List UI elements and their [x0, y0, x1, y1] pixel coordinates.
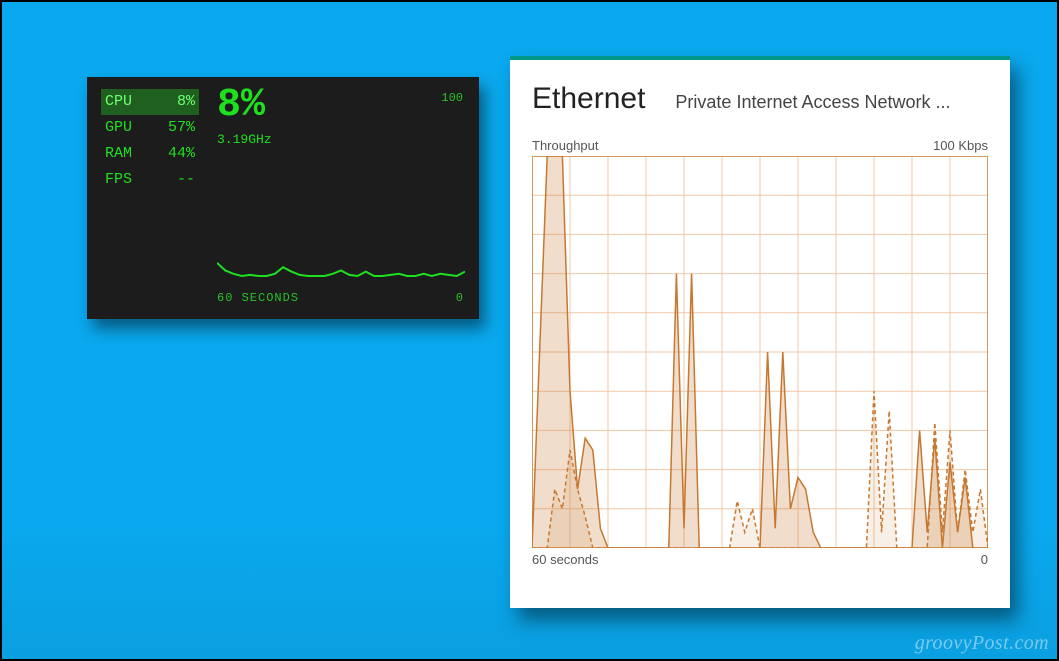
cpu-big-percent: 8%: [217, 83, 272, 128]
desktop: CPU 8% GPU 57% RAM 44% FPS -- 8% 3.19GHz…: [2, 2, 1057, 659]
network-title: Ethernet: [532, 82, 645, 116]
stat-value: 57%: [168, 115, 195, 141]
stat-label: CPU: [105, 89, 132, 115]
stat-label: FPS: [105, 167, 132, 193]
cpu-line-chart: [217, 177, 465, 287]
cpu-y-bottom: 0: [456, 291, 463, 305]
stat-row-gpu[interactable]: GPU 57%: [101, 115, 199, 141]
stat-value: --: [177, 167, 195, 193]
stat-row-cpu[interactable]: CPU 8%: [101, 89, 199, 115]
cpu-monitor-widget[interactable]: CPU 8% GPU 57% RAM 44% FPS -- 8% 3.19GHz…: [87, 77, 479, 319]
network-area-chart: [532, 156, 988, 548]
watermark: groovyPost.com: [915, 632, 1049, 655]
stat-label: GPU: [105, 115, 132, 141]
network-throughput-widget[interactable]: Ethernet Private Internet Access Network…: [510, 56, 1010, 608]
network-x-left: 60 seconds: [532, 552, 599, 567]
cpu-frequency: 3.19GHz: [217, 132, 272, 147]
stat-value: 8%: [177, 89, 195, 115]
stat-value: 44%: [168, 141, 195, 167]
network-header: Ethernet Private Internet Access Network…: [532, 82, 996, 116]
throughput-label: Throughput: [532, 138, 599, 153]
network-subtitle: Private Internet Access Network ...: [675, 92, 996, 113]
cpu-y-top: 100: [441, 91, 463, 105]
cpu-x-label: 60 SECONDS: [217, 291, 299, 305]
throughput-scale: 100 Kbps: [933, 138, 988, 153]
stat-label: RAM: [105, 141, 132, 167]
stat-row-ram[interactable]: RAM 44%: [101, 141, 199, 167]
cpu-big-readout: 8% 3.19GHz: [217, 83, 272, 147]
cpu-stat-list: CPU 8% GPU 57% RAM 44% FPS --: [101, 89, 199, 193]
network-x-right: 0: [981, 552, 988, 567]
stat-row-fps[interactable]: FPS --: [101, 167, 199, 193]
